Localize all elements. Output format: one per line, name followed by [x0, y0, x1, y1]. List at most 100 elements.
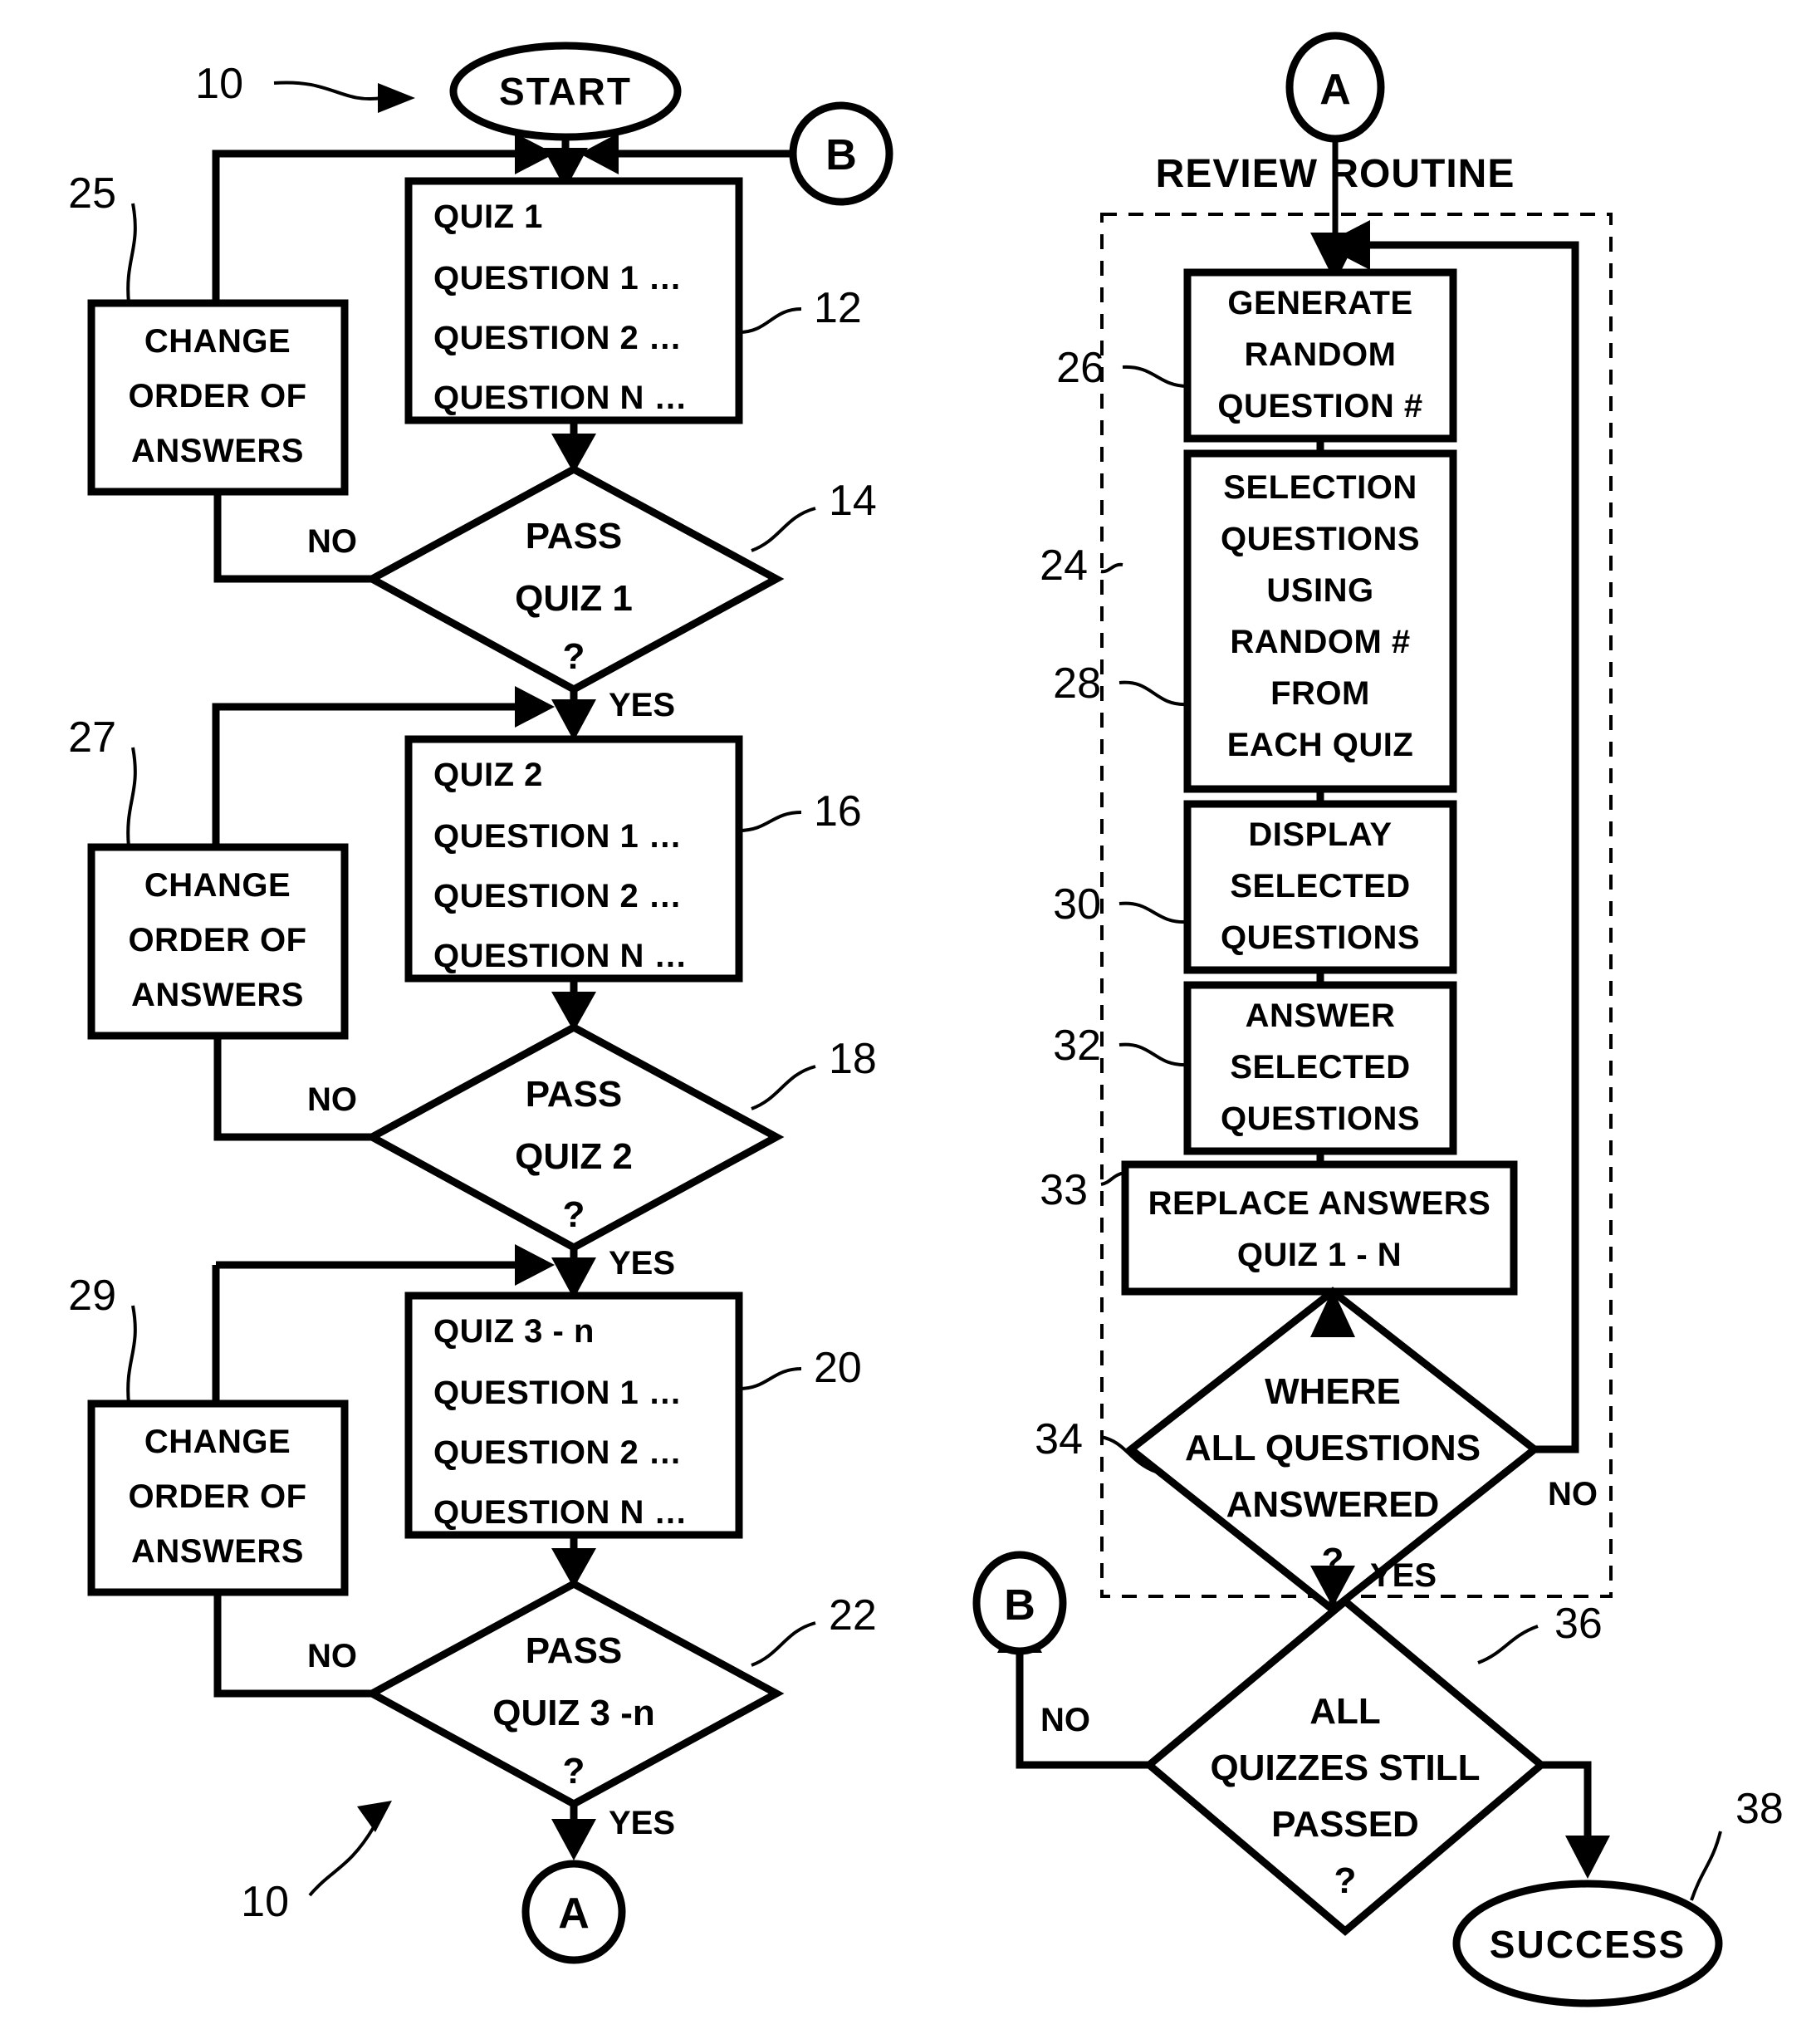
quiz-1-line-2: QUESTION 2 …	[433, 320, 682, 356]
d22-line-1: QUIZ 3 -n	[492, 1693, 655, 1733]
ref-10-top: 10	[195, 60, 243, 108]
d34-line-2: ANSWERED	[1226, 1484, 1440, 1525]
quiz-3n-line-3: QUESTION N …	[433, 1494, 688, 1531]
box30-line-2: QUESTIONS	[1221, 919, 1420, 956]
ref-26: 26	[1056, 344, 1104, 392]
d14-line-2: ?	[563, 636, 585, 677]
d36-line-2: PASSED	[1271, 1804, 1419, 1845]
ref-10-bottom: 10	[241, 1878, 289, 1926]
success-terminal-label: SUCCESS	[1490, 1923, 1686, 1966]
d18-yes-label: YES	[609, 1245, 675, 1282]
ref-12: 12	[814, 284, 862, 332]
ref-14-leader	[751, 507, 816, 552]
d22-line-0: PASS	[526, 1630, 623, 1671]
box30-line-0: DISPLAY	[1248, 816, 1392, 853]
d22-line-2: ?	[563, 1751, 585, 1792]
ref-27: 27	[68, 713, 116, 762]
box2428-line-3: RANDOM #	[1230, 624, 1410, 660]
d18-line-1: QUIZ 2	[515, 1136, 633, 1177]
ref-32-leader	[1118, 1042, 1188, 1067]
ref-20: 20	[814, 1344, 862, 1392]
d18-line-0: PASS	[526, 1074, 623, 1115]
quiz-3n-line-0: QUIZ 3 - n	[433, 1313, 595, 1350]
quiz-2-line-2: QUESTION 2 …	[433, 878, 682, 914]
ref-28-leader	[1118, 680, 1188, 707]
link-change27-to-quiz2	[212, 703, 515, 712]
box2428-line-1: QUESTIONS	[1221, 521, 1420, 557]
arrowhead-d36-success	[1565, 1836, 1610, 1879]
arrowhead-change27-right	[515, 686, 555, 728]
ref-16: 16	[814, 787, 862, 836]
d18-no-label: NO	[307, 1081, 357, 1118]
quiz-2-line-1: QUESTION 1 …	[433, 818, 682, 855]
box2428-line-2: USING	[1266, 572, 1373, 609]
ref-30-leader	[1118, 901, 1188, 924]
ref-38-leader	[1690, 1831, 1722, 1901]
quiz-2-line-3: QUESTION N …	[433, 938, 688, 974]
box32-line-0: ANSWER	[1246, 997, 1396, 1034]
ref-30: 30	[1053, 880, 1101, 929]
ref-28: 28	[1053, 659, 1101, 708]
change-25-line-1: ORDER OF	[128, 378, 306, 414]
ref-36-leader	[1477, 1625, 1539, 1664]
ref-34: 34	[1035, 1415, 1083, 1463]
ref-16-leader	[738, 811, 802, 832]
box30-line-1: SELECTED	[1230, 868, 1410, 904]
ref-24: 24	[1040, 542, 1088, 590]
d36-line-3: ?	[1334, 1860, 1357, 1901]
box26-line-2: QUESTION #	[1217, 388, 1422, 424]
d18-line-2: ?	[563, 1194, 585, 1235]
arrowhead-change29-right	[515, 1244, 555, 1286]
start-terminal-label: START	[499, 70, 632, 113]
box33-line-1: QUIZ 1 - N	[1237, 1237, 1402, 1273]
change-25-line-2: ANSWERS	[131, 433, 304, 469]
change-29-line-2: ANSWERS	[131, 1533, 304, 1570]
d14-line-0: PASS	[526, 516, 623, 556]
quiz-3n-line-1: QUESTION 1 …	[433, 1375, 682, 1411]
d22-yes-label: YES	[609, 1805, 675, 1841]
ref-29-leader	[126, 1305, 137, 1404]
box2428-line-5: EACH QUIZ	[1227, 727, 1414, 763]
ref-33: 33	[1040, 1166, 1088, 1214]
quiz-2-line-0: QUIZ 2	[433, 757, 543, 793]
ref-10-top-leader	[273, 81, 415, 113]
box33-line-0: REPLACE ANSWERS	[1148, 1185, 1491, 1222]
link-d36-yes-success	[1541, 1761, 1592, 1840]
arrowhead-d22-yes	[551, 1819, 596, 1860]
ref-32: 32	[1053, 1022, 1101, 1070]
box32-line-1: SELECTED	[1230, 1049, 1410, 1086]
ref-36: 36	[1554, 1600, 1603, 1648]
ref-25: 25	[68, 169, 116, 218]
d36-line-1: QUIZZES STILL	[1210, 1747, 1480, 1788]
ref-26-leader	[1122, 365, 1188, 388]
ref-18: 18	[829, 1035, 877, 1083]
connector-a-top-label: A	[1319, 66, 1351, 114]
box26-line-0: GENERATE	[1227, 285, 1412, 321]
ref-29: 29	[68, 1272, 116, 1320]
d34-line-1: ALL QUESTIONS	[1185, 1428, 1481, 1468]
ref-20-leader	[738, 1367, 802, 1390]
change-27-line-0: CHANGE	[144, 867, 291, 904]
change-29-line-0: CHANGE	[144, 1424, 291, 1460]
d34-line-0: WHERE	[1265, 1371, 1401, 1412]
arrowhead-d14-yes	[551, 699, 596, 741]
d34-no-label: NO	[1548, 1476, 1598, 1512]
ref-12-leader	[738, 307, 802, 334]
ref-25-leader	[126, 203, 137, 304]
d36-no-label: NO	[1040, 1702, 1090, 1738]
ref-38: 38	[1735, 1785, 1784, 1833]
quiz-3n-line-2: QUESTION 2 …	[433, 1434, 682, 1471]
flowchart-svg: 10 START B QUIZ 1 QUESTION 1 … QUESTION …	[68, 32, 1784, 2007]
box2428-line-0: SELECTION	[1223, 469, 1417, 506]
connector-b-top-label: B	[825, 131, 857, 179]
change-25-line-0: CHANGE	[144, 323, 291, 360]
d34-yes-label: YES	[1370, 1557, 1437, 1594]
box32-line-2: QUESTIONS	[1221, 1100, 1420, 1137]
ref-24-leader	[1100, 562, 1123, 574]
ref-22: 22	[829, 1591, 877, 1640]
quiz-1-line-3: QUESTION N …	[433, 380, 688, 416]
d14-yes-label: YES	[609, 687, 675, 723]
d14-no-label: NO	[307, 523, 357, 560]
quiz-1-line-1: QUESTION 1 …	[433, 260, 682, 297]
quiz-1-line-0: QUIZ 1	[433, 199, 543, 235]
